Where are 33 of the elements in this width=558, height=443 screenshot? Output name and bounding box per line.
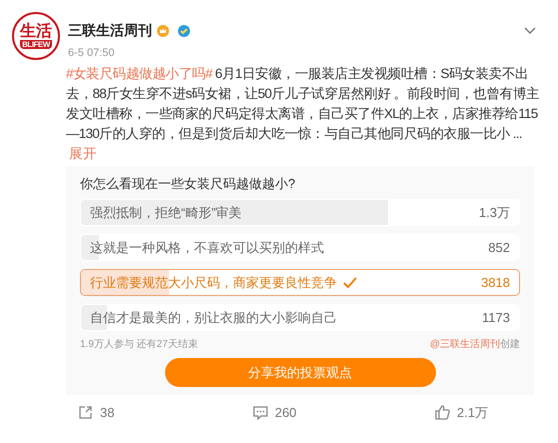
poll-option[interactable]: 这就是一种风格，不喜欢可以买别的样式 852 xyxy=(80,234,520,261)
avatar-logo[interactable]: 生活 BLIFEW xyxy=(12,12,60,60)
poll-question: 你怎么看现在一些女装尺码越做越小? xyxy=(80,174,296,192)
share-icon[interactable] xyxy=(78,405,93,420)
poll-option[interactable]: 强烈抵制，拒绝“畸形”审美 1.3万 xyxy=(80,199,520,226)
repost-count[interactable]: 38 xyxy=(100,403,114,422)
comment-count[interactable]: 260 xyxy=(274,403,297,422)
vote-count: 1173 xyxy=(482,308,510,327)
crown-icon xyxy=(157,24,169,36)
option-label: 自信才是最美的，别让衣服的大小影响自己 xyxy=(90,308,337,327)
author-name[interactable]: 三联生活周刊 xyxy=(68,20,152,41)
hashtag-link[interactable]: #女装尺码越做越小了吗# xyxy=(66,66,212,80)
poll-stats: 1.9万人参与 还有27天结束 xyxy=(80,338,198,352)
poll-option[interactable]: 行业需要规范大小尺码，商家更要良性竞争 3818 xyxy=(80,269,520,296)
comment-icon[interactable] xyxy=(252,405,268,420)
post-text: #女装尺码越做越小了吗# 6月1日安徽，一服装店主发视频吐槽：S码女装卖不出去，88斤女生穿不进s码女裙，让50斤儿子试穿居然刚好 。前段时间，也曾有博主发文吐槽称，一些商家的尺码定得太离谱，自己买了件XL的上衣，店家推荐给115—130斤的人穿的，但是到货后却大吃一惊：与自己其他同尺码的衣服一比小 ... xyxy=(66,64,540,142)
thumbs-up-icon[interactable] xyxy=(434,405,450,420)
share-vote-button[interactable]: 分享我的投票观点 xyxy=(164,358,436,387)
vote-count: 3818 xyxy=(481,274,510,292)
option-label: 强烈抵制，拒绝“畸形”审美 xyxy=(90,204,242,222)
created-label: 创建 xyxy=(500,339,520,350)
option-label: 这就是一种风格，不喜欢可以买别的样式 xyxy=(90,238,324,257)
chevron-down-icon[interactable] xyxy=(524,26,536,34)
creator-link[interactable]: @三联生活周刊 xyxy=(430,339,500,350)
post-time: 6-5 07:50 xyxy=(68,46,116,61)
like-count[interactable]: 2.1万 xyxy=(456,403,488,422)
option-label: 行业需要规范大小尺码，商家更要良性竞争 xyxy=(90,274,337,292)
vote-count: 852 xyxy=(488,238,510,257)
verified-icon xyxy=(178,24,190,36)
expand-link[interactable]: 展开 xyxy=(69,144,536,164)
poll-option[interactable]: 自信才是最美的，别让衣服的大小影响自己 1173 xyxy=(80,304,520,331)
checkmark-icon xyxy=(343,277,357,288)
vote-count: 1.3万 xyxy=(478,204,510,222)
